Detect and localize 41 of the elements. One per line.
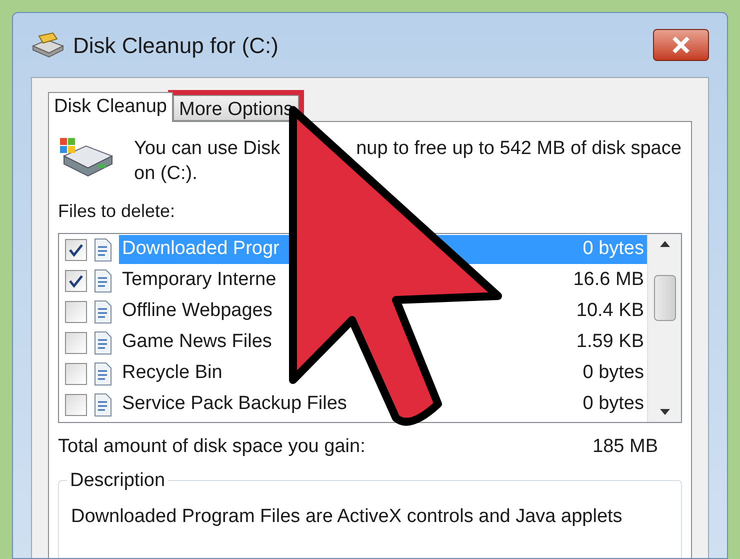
file-name: Downloaded Progr <box>122 237 280 262</box>
file-name: Service Pack Backup Files <box>122 392 347 416</box>
window-title: Disk Cleanup for (C:) <box>73 32 278 60</box>
file-row[interactable]: Service Pack Backup Files 0 bytes <box>119 390 647 419</box>
checkbox[interactable] <box>65 332 87 354</box>
file-size: 0 bytes <box>582 361 644 386</box>
scroll-thumb[interactable] <box>654 275 676 321</box>
description-text: Downloaded Program Files are ActiveX controls and Java applets <box>71 504 624 528</box>
close-button[interactable] <box>653 29 709 61</box>
tab[interactable]: Disk Cleanup <box>48 92 173 122</box>
files-label: Files to delete: <box>58 200 176 223</box>
file-row[interactable]: Game News Files 1.59 KB <box>119 328 647 357</box>
file-row[interactable]: Recycle Bin 0 bytes <box>119 359 647 388</box>
file-size: 16.6 MB <box>573 268 644 292</box>
file-size: 0 bytes <box>582 392 644 416</box>
file-row[interactable]: Offline Webpages 10.4 KB <box>119 297 647 326</box>
intro-text: nup to free up to 542 MB of disk space <box>356 137 682 161</box>
file-name: Recycle Bin <box>122 361 222 386</box>
scrollbar[interactable] <box>647 234 681 422</box>
file-size: 0 bytes <box>582 237 644 262</box>
checkbox[interactable] <box>65 270 87 292</box>
intro-text: You can use Disk <box>134 137 280 161</box>
disk-cleanup-icon <box>31 32 65 58</box>
intro-text: on (C:). <box>134 163 198 184</box>
checkbox[interactable] <box>65 300 87 322</box>
file-name: Temporary Interne <box>122 268 276 292</box>
file-size: 10.4 KB <box>576 299 644 324</box>
checkbox[interactable] <box>65 238 87 260</box>
total-value: 185 MB <box>592 435 658 459</box>
checkbox[interactable] <box>65 394 87 416</box>
close-icon <box>671 36 691 54</box>
file-name: Game News Files <box>122 330 272 354</box>
file-size: 1.59 KB <box>576 330 644 354</box>
checkbox[interactable] <box>65 362 87 384</box>
file-row[interactable]: Temporary Interne 16.6 MB <box>119 266 647 295</box>
total-label: Total amount of disk space you gain: <box>58 435 366 459</box>
checkmark-icon <box>68 274 84 288</box>
checkmark-icon <box>68 242 84 256</box>
scroll-down-icon[interactable] <box>658 408 670 416</box>
file-name: Offline Webpages <box>122 299 272 324</box>
scroll-up-icon[interactable] <box>658 240 670 248</box>
